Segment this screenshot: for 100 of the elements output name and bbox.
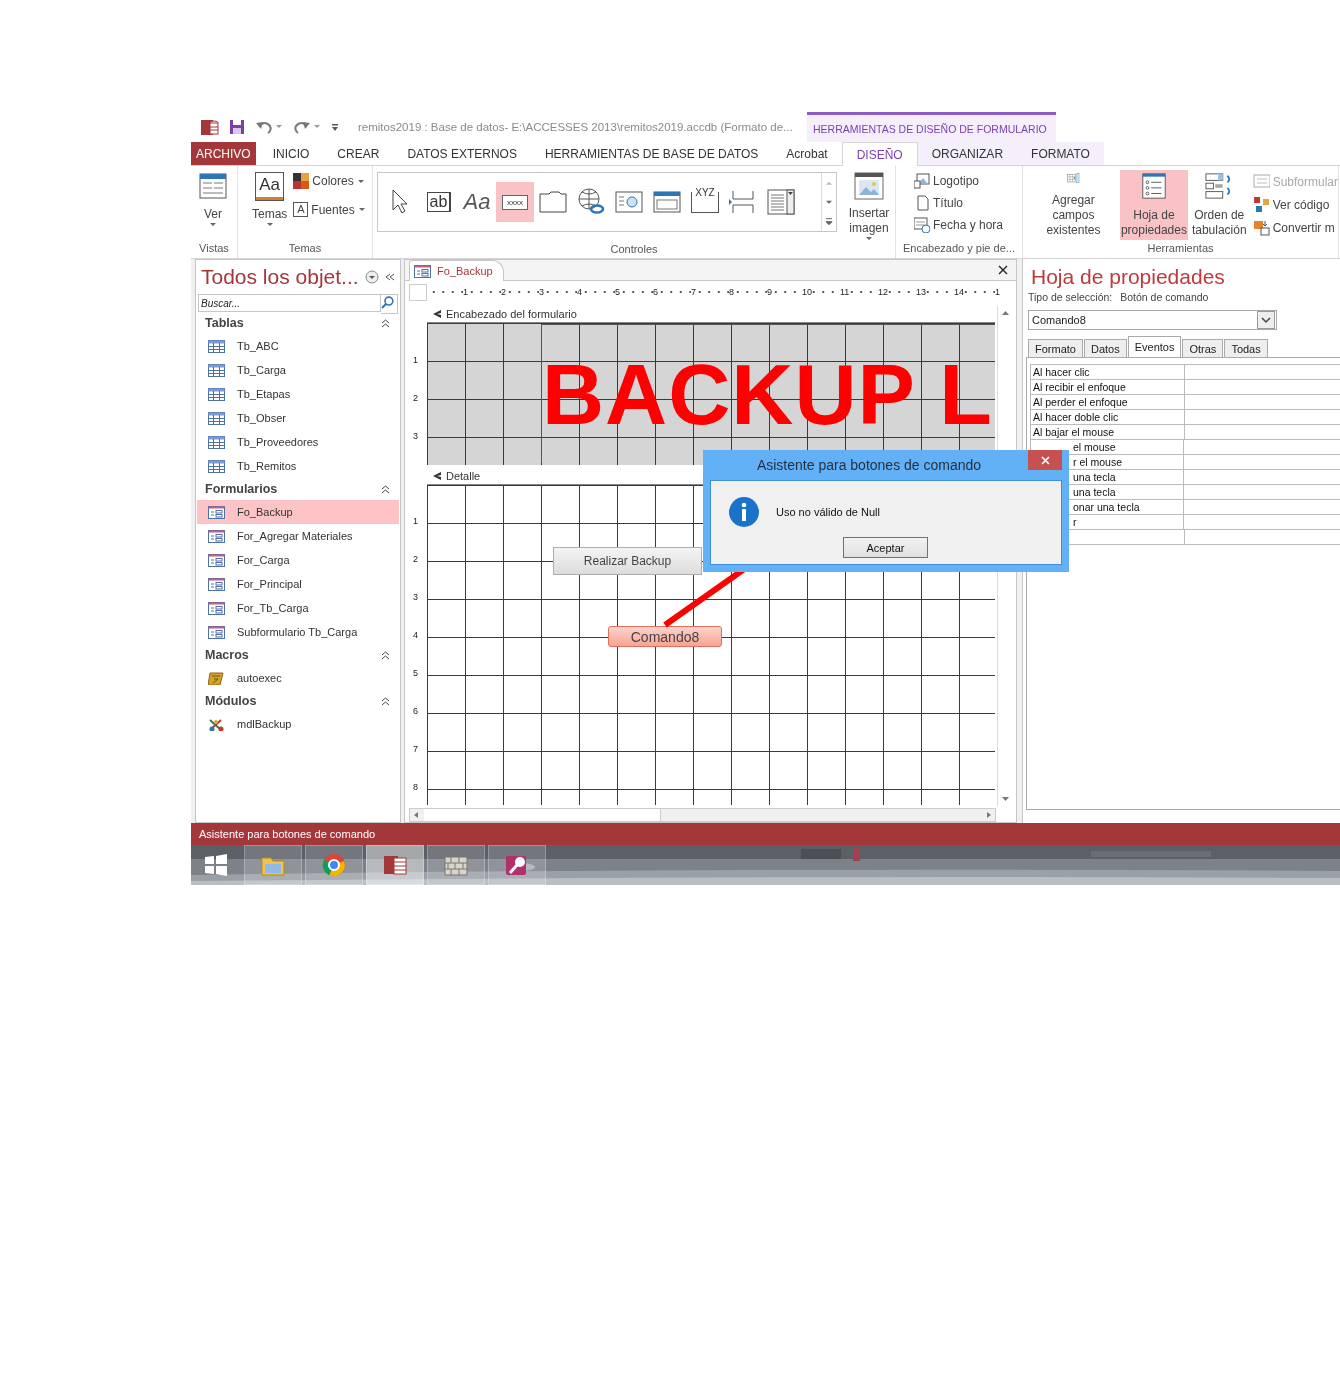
colors-button[interactable]: Colores <box>293 173 366 189</box>
property-tab[interactable]: Eventos <box>1127 336 1182 357</box>
ruler-number: 9 <box>767 287 772 297</box>
ribbon-tab[interactable]: DATOS EXTERNOS <box>393 142 531 165</box>
fonts-button[interactable]: A Fuentes <box>293 202 366 217</box>
ribbon-tab[interactable]: Acrobat <box>772 142 842 165</box>
search-field[interactable]: Buscar... <box>198 294 382 312</box>
ruler-number: 2 <box>413 393 418 403</box>
nav-item[interactable]: Fo_Backup <box>197 500 399 524</box>
view-button[interactable]: Ver <box>191 170 235 229</box>
tab-order-button[interactable]: Orden de tabulación <box>1189 170 1249 240</box>
dropdown-icon[interactable] <box>364 270 379 284</box>
label-icon[interactable]: Aa <box>458 182 496 222</box>
property-sheet-button[interactable]: Hoja de propiedades <box>1119 170 1188 240</box>
subform-icon <box>1252 173 1270 190</box>
collapse-group-icon[interactable] <box>381 696 390 706</box>
group-header[interactable]: Módulos <box>205 694 257 708</box>
form-icon <box>208 505 225 519</box>
caret-icon <box>356 178 365 184</box>
ruler-number: 11 <box>840 287 850 297</box>
object-dropdown[interactable]: Comando8 <box>1028 310 1277 330</box>
selection-label: Tipo de selección: <box>1028 291 1113 303</box>
add-fields-button[interactable]: Agregar campos existentes <box>1029 170 1118 240</box>
taskbar-button[interactable] <box>244 845 302 885</box>
button-control-icon[interactable]: xxxx <box>496 182 534 222</box>
date-time-button[interactable]: Fecha y hora <box>914 217 1004 233</box>
group-header[interactable]: Tablas <box>205 316 244 330</box>
collapse-icon[interactable] <box>384 272 395 282</box>
themes-icon: Aa <box>255 172 285 201</box>
group-header[interactable]: Macros <box>205 648 249 662</box>
form-button[interactable]: Realizar Backup <box>553 547 702 575</box>
ruler-number: 2 <box>413 554 418 564</box>
ribbon-tab[interactable]: ARCHIVO <box>191 142 256 165</box>
ok-button[interactable]: Aceptar <box>843 537 928 558</box>
view-code-button[interactable]: Ver código <box>1252 196 1338 213</box>
logo-button[interactable]: Logotipo <box>914 173 1004 189</box>
nav-item[interactable]: mdlBackup <box>197 712 399 736</box>
ribbon-tab[interactable]: ORGANIZAR <box>917 142 1018 165</box>
ribbon-tab[interactable]: INICIO <box>258 142 324 165</box>
calendar-clock-icon <box>914 217 930 233</box>
ruler-number: 5 <box>413 668 418 678</box>
nav-item[interactable]: For_Carga <box>197 548 399 572</box>
nav-item[interactable]: autoexec <box>197 666 399 690</box>
collapse-group-icon[interactable] <box>381 650 390 660</box>
ribbon-tab[interactable]: DISEÑO <box>841 142 918 166</box>
ribbon-tab[interactable]: CREAR <box>323 142 394 165</box>
search-icon[interactable] <box>381 294 398 314</box>
customize-icon[interactable] <box>331 122 339 132</box>
form-icon <box>208 577 225 591</box>
ruler-number: 8 <box>729 287 734 297</box>
taskbar-button[interactable] <box>427 845 485 885</box>
form-button[interactable]: Comando8 <box>608 626 722 647</box>
taskbar-button[interactable] <box>488 845 546 885</box>
nav-item[interactable]: Subformulario Tb_Carga <box>197 620 399 644</box>
ruler-number: 3 <box>413 431 418 441</box>
group-label: Temas <box>287 242 323 256</box>
property-tab[interactable]: Todas <box>1224 339 1268 357</box>
collapse-group-icon[interactable] <box>381 484 390 494</box>
save-icon[interactable] <box>229 119 245 135</box>
table-icon <box>208 339 225 353</box>
logo-icon <box>914 173 930 189</box>
ribbon-tab[interactable]: FORMATO <box>1017 142 1104 165</box>
app-icon[interactable] <box>201 118 219 136</box>
property-tab[interactable]: Otras <box>1182 339 1224 357</box>
taskbar-button[interactable] <box>305 845 363 885</box>
undo-icon[interactable] <box>255 120 283 134</box>
collapse-group-icon[interactable] <box>381 318 390 328</box>
nav-item[interactable]: Tb_Obser <box>197 406 399 430</box>
form-icon <box>414 264 431 278</box>
panel-title: Hoja de propiedades <box>1030 265 1226 289</box>
table-icon <box>208 387 225 401</box>
group-header[interactable]: Formularios <box>205 482 278 496</box>
nav-item[interactable]: For_Tb_Carga <box>197 596 399 620</box>
close-icon[interactable] <box>998 265 1008 275</box>
title-button[interactable]: Título <box>914 195 1004 211</box>
scrollbar-thumb[interactable] <box>424 809 661 821</box>
fonts-icon: A <box>293 202 309 217</box>
ruler-number: 1 <box>413 355 418 365</box>
nav-item[interactable]: Tb_Proveedores <box>197 430 399 454</box>
nav-item[interactable]: Tb_Remitos <box>197 454 399 478</box>
ribbon-tab[interactable]: HERRAMIENTAS DE BASE DE DATOS <box>530 142 773 165</box>
ruler-number: 1 <box>463 287 468 297</box>
property-tab[interactable]: Formato <box>1028 339 1083 357</box>
nav-item[interactable]: For_Principal <box>197 572 399 596</box>
ruler-number: 4 <box>577 287 582 297</box>
insert-image-button[interactable]: Insertar imagen <box>843 170 895 243</box>
nav-item[interactable]: Tb_Etapas <box>197 382 399 406</box>
table-icon <box>208 411 225 425</box>
document-tab[interactable]: Fo_Backup <box>409 260 504 281</box>
nav-item[interactable]: Tb_ABC <box>197 334 399 358</box>
nav-item[interactable]: Tb_Carga <box>197 358 399 382</box>
redo-icon[interactable] <box>293 120 321 134</box>
taskbar-button[interactable] <box>366 845 424 885</box>
caret-icon <box>265 222 274 227</box>
form-icon <box>208 553 225 567</box>
convert-button[interactable]: Convertir m <box>1252 219 1338 236</box>
property-tab[interactable]: Datos <box>1083 339 1127 357</box>
table-icon <box>208 363 225 377</box>
themes-button[interactable]: Aa Temas <box>250 170 290 229</box>
nav-item[interactable]: For_Agregar Materiales <box>197 524 399 548</box>
